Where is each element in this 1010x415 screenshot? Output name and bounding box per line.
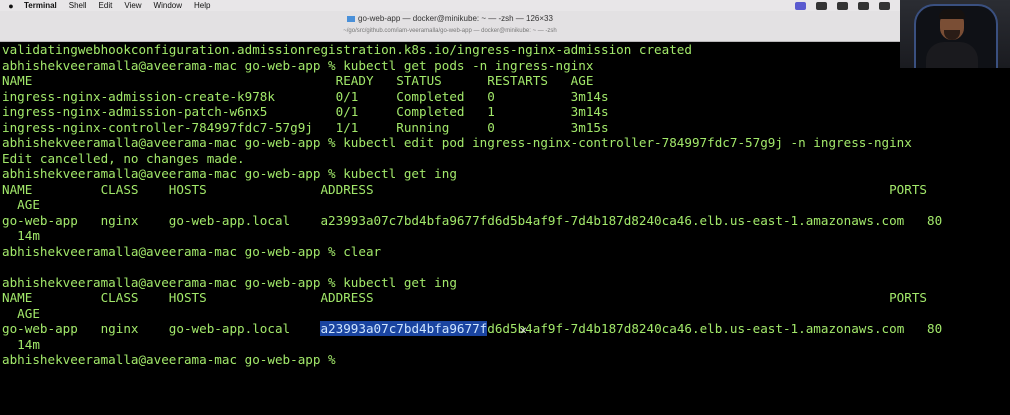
window-title: go-web-app — docker@minikube: ~ — -zsh —…	[0, 14, 900, 23]
menu-window[interactable]: Window	[154, 1, 182, 10]
terminal-prompt[interactable]: abhishekveeramalla@aveerama-mac go-web-a…	[2, 352, 343, 368]
macos-menubar: ● Terminal Shell Edit View Window Help	[0, 0, 1010, 11]
menu-view[interactable]: View	[124, 1, 141, 10]
menu-shell[interactable]: Shell	[69, 1, 87, 10]
status-icons	[795, 0, 890, 11]
menu-edit[interactable]: Edit	[99, 1, 113, 10]
terminal-line: AGE	[2, 197, 40, 212]
terminal-output[interactable]: validatingwebhookconfiguration.admission…	[0, 42, 1010, 415]
terminal-line: go-web-app nginx go-web-app.local a23993…	[2, 212, 943, 228]
terminal-line: abhishekveeramalla@aveerama-mac go-web-a…	[2, 166, 457, 181]
folder-icon	[347, 15, 356, 22]
terminal-line: NAME CLASS HOSTS ADDRESS PORTS	[2, 181, 928, 197]
status-wifi-icon[interactable]	[879, 1, 890, 10]
row-prefix: go-web-app nginx go-web-app.local	[2, 321, 321, 336]
terminal-line: abhishekveeramalla@aveerama-mac go-web-a…	[2, 274, 457, 290]
terminal-line: validatingwebhookconfiguration.admission…	[2, 42, 692, 57]
terminal-line: NAME READY STATUS RESTARTS AGE	[2, 73, 594, 88]
terminal-line: ingress-nginx-admission-create-k978k 0/1…	[2, 88, 609, 104]
apple-logo-icon[interactable]: ●	[6, 1, 16, 11]
terminal-line: 14m	[2, 228, 40, 243]
person-hair	[939, 9, 965, 19]
terminal-line: abhishekveeramalla@aveerama-mac go-web-a…	[2, 243, 382, 259]
status-app-icon[interactable]	[795, 1, 806, 10]
text-selection[interactable]: a23993a07c7bd4bfa9677f	[320, 321, 488, 336]
terminal-line: abhishekveeramalla@aveerama-mac go-web-a…	[2, 57, 594, 73]
terminal-line: AGE	[2, 305, 40, 321]
mouse-cursor-icon: ✕	[519, 326, 528, 337]
window-title-text: go-web-app — docker@minikube: ~ — -zsh —…	[358, 14, 553, 23]
terminal-line: NAME CLASS HOSTS ADDRESS PORTS	[2, 290, 928, 305]
terminal-line: ingress-nginx-controller-784997fdc7-57g9…	[2, 119, 609, 135]
terminal-line-selected-row: go-web-app nginx go-web-app.local a23993…	[2, 321, 942, 337]
terminal-line: Edit cancelled, no changes made.	[2, 150, 245, 166]
window-tabs-subtitle: ~/go/src/github.com/iam-veeramalla/go-we…	[343, 28, 557, 34]
terminal-line: abhishekveeramalla@aveerama-mac go-web-a…	[2, 135, 912, 150]
window-titlebar: go-web-app — docker@minikube: ~ — -zsh —…	[0, 11, 1010, 42]
menu-terminal[interactable]: Terminal	[24, 1, 57, 10]
terminal-line: ingress-nginx-admission-patch-w6nx5 0/1 …	[2, 104, 609, 119]
status-control-icon[interactable]	[858, 1, 869, 10]
terminal-line: 14m	[2, 336, 40, 352]
menu-help[interactable]: Help	[194, 1, 210, 10]
status-shield-icon[interactable]	[816, 1, 827, 10]
row-suffix: d6d5b4af9f-7d4b187d8240ca46.elb.us-east-…	[487, 321, 943, 336]
status-battery-icon[interactable]	[837, 1, 848, 10]
